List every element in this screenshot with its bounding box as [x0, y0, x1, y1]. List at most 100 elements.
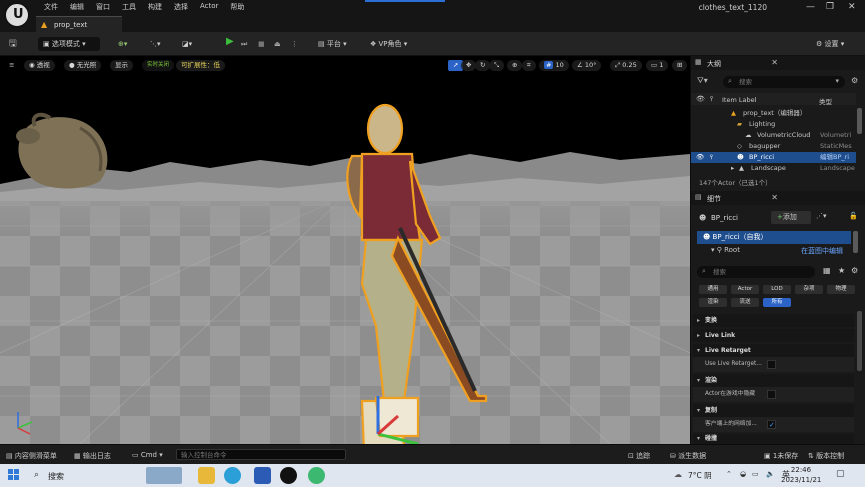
scale-snap-button[interactable]: ⤢ 0.25	[610, 60, 642, 71]
rotation-snap-button[interactable]: ∠ 10°	[572, 60, 602, 71]
filter-lod[interactable]: LOD	[763, 285, 791, 294]
viewport-menu-icon[interactable]: ≡	[4, 60, 19, 71]
outliner-row[interactable]: ▸ ▲ Landscape Landscape	[691, 163, 856, 174]
menu-help[interactable]: 帮助	[224, 2, 250, 12]
outliner-search-box[interactable]: ⌕ ▾	[723, 76, 845, 88]
wechat-icon[interactable]	[308, 467, 325, 484]
notification-icon[interactable]: ▢	[836, 469, 845, 479]
network-icon[interactable]: ▭	[752, 470, 759, 478]
menu-file[interactable]: 文件	[38, 2, 64, 12]
menu-actor[interactable]: Actor	[194, 2, 224, 12]
step-icon[interactable]: ⏭	[241, 37, 247, 51]
level-viewport[interactable]	[0, 56, 690, 444]
pin-icon[interactable]: ⫯	[710, 152, 713, 163]
details-settings-icon[interactable]: ⚙	[851, 266, 858, 275]
outliner-close-icon[interactable]: ✕	[771, 58, 778, 67]
expand-arrow-icon[interactable]: ▸	[731, 163, 734, 174]
menu-build[interactable]: 构建	[142, 2, 168, 12]
maximize-icon[interactable]: ❐	[826, 2, 834, 12]
details-scrollbar[interactable]	[857, 311, 862, 371]
section-collision[interactable]: 碰撞	[693, 434, 854, 444]
lock-icon[interactable]: 🔓	[849, 212, 858, 220]
lit-mode-button[interactable]: ● 无光照	[64, 60, 102, 71]
outliner-row[interactable]: ◇ bagupper StaticMes	[691, 141, 856, 152]
outliner-search-input[interactable]	[739, 78, 809, 86]
section-live-retarget[interactable]: Live Retarget	[693, 344, 854, 357]
filter-actor[interactable]: Actor	[731, 285, 759, 294]
visibility-header-icon[interactable]: 👁	[696, 95, 705, 103]
unreal-engine-taskbar-icon[interactable]	[280, 467, 297, 484]
search-dropdown-icon[interactable]: ▾	[835, 77, 839, 85]
pin-header-icon[interactable]: ⫯	[710, 95, 713, 104]
console-command-input[interactable]	[176, 449, 346, 460]
actor-hidden-checkbox[interactable]	[767, 390, 776, 399]
output-log-button[interactable]: ▦ 输出日志	[74, 451, 111, 461]
play-options-icon[interactable]: ⋮	[291, 37, 298, 51]
settings-button[interactable]: ⚙ 设置 ▾	[816, 37, 844, 51]
filter-icon[interactable]: ⛛▾	[697, 76, 708, 86]
menu-window[interactable]: 窗口	[90, 2, 116, 12]
client-net-load-checkbox[interactable]	[767, 418, 776, 433]
play-icon[interactable]: ▶	[226, 35, 234, 49]
windows-start-icon[interactable]	[8, 469, 20, 481]
tray-arrow-icon[interactable]: ⌃	[726, 470, 732, 478]
file-explorer-icon[interactable]	[198, 467, 215, 484]
platform-button[interactable]: ▤ 平台 ▾	[318, 37, 347, 51]
col-type[interactable]: 类型	[819, 96, 832, 106]
filter-streaming[interactable]: 流送	[731, 298, 759, 307]
filter-misc[interactable]: 杂项	[795, 285, 823, 294]
world-space-icon[interactable]: ⊕	[507, 60, 523, 71]
mode-dropdown[interactable]: ▣ 选项模式 ▾	[38, 37, 100, 51]
tray-app-icon[interactable]: ◒	[740, 470, 746, 478]
outliner-row[interactable]: ▰ Lighting	[691, 119, 856, 130]
close-icon[interactable]: ✕	[848, 2, 856, 12]
filter-rendering[interactable]: 渲染	[699, 298, 727, 307]
surface-snap-icon[interactable]: ⌗	[522, 60, 536, 71]
stop-icon[interactable]: ■	[258, 37, 265, 51]
component-self[interactable]: ☻ BP_ricci（自我）	[697, 231, 851, 244]
outliner-scrollbar[interactable]	[857, 108, 862, 134]
scalability-button[interactable]: 可扩展性：低	[176, 60, 225, 71]
save-icon[interactable]: 🖫	[9, 37, 17, 51]
filter-all[interactable]: 所有	[763, 298, 791, 307]
outliner-row-selected[interactable]: 👁 ⫯ ☻ BP_ricci 编辑BP_ri	[691, 152, 856, 163]
favorite-star-icon[interactable]: ★	[838, 266, 845, 275]
minimize-icon[interactable]: —	[806, 2, 815, 12]
trace-button[interactable]: ⊡ 追踪	[628, 451, 650, 461]
blueprint-options-icon[interactable]: ⋰▾	[816, 212, 827, 220]
filter-general[interactable]: 通用	[699, 285, 727, 294]
vp-role-button[interactable]: ❖ VP角色 ▾	[370, 37, 407, 51]
outliner-settings-icon[interactable]: ⚙	[851, 76, 858, 85]
camera-speed-button[interactable]: ▭ 1	[646, 60, 669, 71]
details-close-icon[interactable]: ✕	[771, 193, 778, 202]
section-live-link[interactable]: Live Link	[693, 329, 854, 342]
volume-icon[interactable]: 🔈	[766, 470, 775, 478]
add-component-button[interactable]: +添加	[771, 211, 811, 224]
taskbar-search[interactable]: ⌕ 搜索	[30, 467, 182, 484]
add-content-icon[interactable]: ⊕▾	[118, 37, 127, 51]
cinematics-icon[interactable]: ◪▾	[182, 37, 192, 51]
cmd-dropdown[interactable]: ▭ Cmd ▾	[132, 451, 163, 459]
outliner-row[interactable]: ▲ prop_text（编辑器）	[691, 108, 856, 119]
section-transform[interactable]: 变换	[693, 314, 854, 327]
unreal-logo-icon[interactable]	[4, 2, 30, 28]
perspective-button[interactable]: ◉ 透视	[24, 60, 55, 71]
revision-control-button[interactable]: ⇅ 版本控制	[808, 451, 844, 461]
use-live-retarget-checkbox[interactable]	[767, 360, 776, 369]
menu-edit[interactable]: 编辑	[64, 2, 90, 12]
eject-icon[interactable]: ⏏	[274, 37, 281, 51]
layout-icon[interactable]: ⊞	[672, 60, 688, 71]
menu-tools[interactable]: 工具	[116, 2, 142, 12]
details-search-box[interactable]: ⌕	[697, 266, 815, 278]
taskbar-time[interactable]: 22:46	[781, 466, 821, 474]
components-scrollbar[interactable]	[853, 231, 858, 253]
unsaved-button[interactable]: ▣ 1未保存	[764, 451, 798, 461]
content-drawer-button[interactable]: ▤ 内容侧滑菜单	[6, 451, 57, 461]
show-button[interactable]: 显示	[110, 60, 133, 71]
outliner-row[interactable]: ☁ VolumetricCloud Volumetri	[691, 130, 856, 141]
tab-prop-text[interactable]: ▲ prop_text	[36, 16, 122, 32]
scale-icon[interactable]: ⤡	[489, 60, 505, 71]
section-replication[interactable]: 复制	[693, 404, 854, 417]
details-search-input[interactable]	[713, 268, 783, 276]
property-matrix-icon[interactable]: ▦	[823, 266, 831, 275]
